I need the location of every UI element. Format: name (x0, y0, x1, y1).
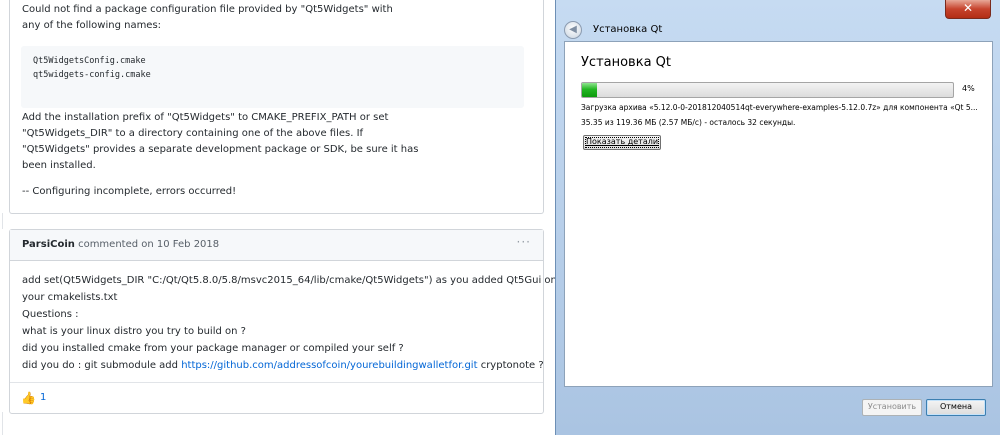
comment-text-line: add set(Qt5Widgets_DIR "C:/Qt/Qt5.8.0/5.… (22, 275, 557, 286)
comment-text-line: Questions : (22, 309, 79, 320)
comment-body: add set(Qt5Widgets_DIR "C:/Qt/Qt5.8.0/5.… (22, 272, 557, 374)
comment-text-line: been installed. (22, 160, 96, 171)
reactions-bar: 👍 1 (10, 382, 543, 413)
back-arrow-icon[interactable]: ◀ (564, 21, 582, 39)
comment-menu-icon[interactable]: ··· (517, 235, 531, 249)
comment-author-line: ParsiCoin commented on 10 Feb 2018 (22, 239, 219, 250)
comment-previous: Could not find a package configuration f… (9, 0, 544, 214)
show-details-button[interactable]: Показать детали (583, 135, 662, 150)
qt-installer-window: ✕ ◀ Установка Qt Установка Qt 4% Загрузк… (555, 0, 1000, 435)
code-block: Qt5WidgetsConfig.cmake qt5widgets-config… (21, 46, 524, 108)
repo-link[interactable]: https://github.com/addressofcoin/yourebu… (181, 360, 477, 371)
timeline-connector (2, 213, 3, 229)
window-title: Установка Qt (593, 24, 663, 35)
comment-text: did you do : git submodule add (22, 360, 182, 371)
comment-timestamp[interactable]: commented on 10 Feb 2018 (78, 239, 219, 250)
progress-bar (581, 82, 954, 98)
comment-text: cryptonote ? (477, 360, 544, 371)
status-text: Загрузка архива «5.12.0-0-201812040514qt… (581, 103, 978, 112)
comment-parsicoin: ParsiCoin commented on 10 Feb 2018 ··· a… (9, 229, 557, 414)
comment-text-line: Add the installation prefix of "Qt5Widge… (22, 112, 389, 123)
comment-text-line: "Qt5Widgets" provides a separate develop… (22, 144, 419, 155)
comment-text-line: what is your linux distro you try to bui… (22, 326, 246, 337)
progress-percent: 4% (962, 84, 975, 93)
progress-fill (582, 83, 597, 97)
comment-header: ParsiCoin commented on 10 Feb 2018 ··· (10, 230, 543, 261)
install-button[interactable]: Установить (862, 399, 922, 416)
download-size-text: 35.35 из 119.36 МБ (2.57 МБ/c) - осталос… (581, 118, 796, 127)
installer-content: Установка Qt 4% Загрузка архива «5.12.0-… (564, 41, 993, 387)
author-link[interactable]: ParsiCoin (22, 239, 75, 250)
comment-text-line: did you installed cmake from your packag… (22, 343, 404, 354)
comment-text-line: "Qt5Widgets_DIR" to a directory containi… (22, 128, 364, 139)
github-issue-page: Could not find a package configuration f… (0, 0, 557, 435)
page-title: Установка Qt (581, 55, 672, 70)
comment-text-line: did you do : git submodule add https://g… (22, 357, 557, 374)
comment-text-line: -- Configuring incomplete, errors occurr… (22, 186, 237, 197)
close-icon[interactable]: ✕ (945, 0, 991, 19)
cancel-button[interactable]: Отмена (926, 399, 986, 416)
comment-text-line: Could not find a package configuration f… (22, 4, 393, 15)
comment-text-line: your cmakelists.txt (22, 292, 118, 303)
reaction-count[interactable]: 1 (40, 392, 46, 403)
thumbs-up-icon[interactable]: 👍 (21, 391, 36, 405)
comment-text-line: any of the following names: (22, 20, 162, 31)
timeline-connector (2, 412, 3, 435)
